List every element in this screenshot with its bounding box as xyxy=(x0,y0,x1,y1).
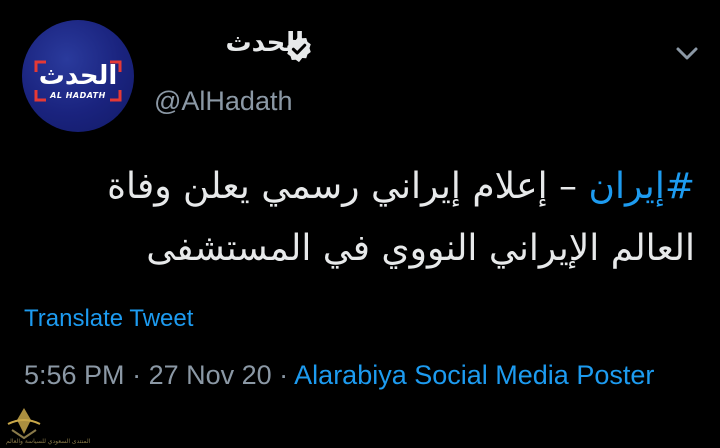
verified-badge-icon xyxy=(287,35,311,63)
watermark-text: المنتدى السعودي للسياسة والعالم xyxy=(6,438,91,445)
meta-separator: · xyxy=(271,360,295,390)
tweet-source-link[interactable]: Alarabiya Social Media Poster xyxy=(294,360,654,390)
avatar-subtitle: AL HADATH xyxy=(50,91,106,100)
tweet-date[interactable]: 27 Nov 20 xyxy=(149,360,272,390)
tweet-card: الحدث AL HADATH الحدث @AlHadath #إيران –… xyxy=(0,0,720,448)
tweet-time[interactable]: 5:56 PM xyxy=(24,360,125,390)
translate-tweet-link[interactable]: Translate Tweet xyxy=(24,305,193,333)
tweet-meta: 5:56 PM · 27 Nov 20 · Alarabiya Social M… xyxy=(24,358,664,393)
avatar[interactable]: الحدث AL HADATH xyxy=(22,20,134,132)
account-handle[interactable]: @AlHadath xyxy=(154,86,292,117)
chevron-down-icon[interactable] xyxy=(672,38,702,68)
meta-separator: · xyxy=(124,360,149,390)
hashtag-link[interactable]: #إيران xyxy=(589,166,696,207)
tweet-text: #إيران – إعلام إيراني رسمي يعلن وفاة الع… xyxy=(15,156,695,280)
avatar-brand-text: الحدث xyxy=(38,61,118,91)
